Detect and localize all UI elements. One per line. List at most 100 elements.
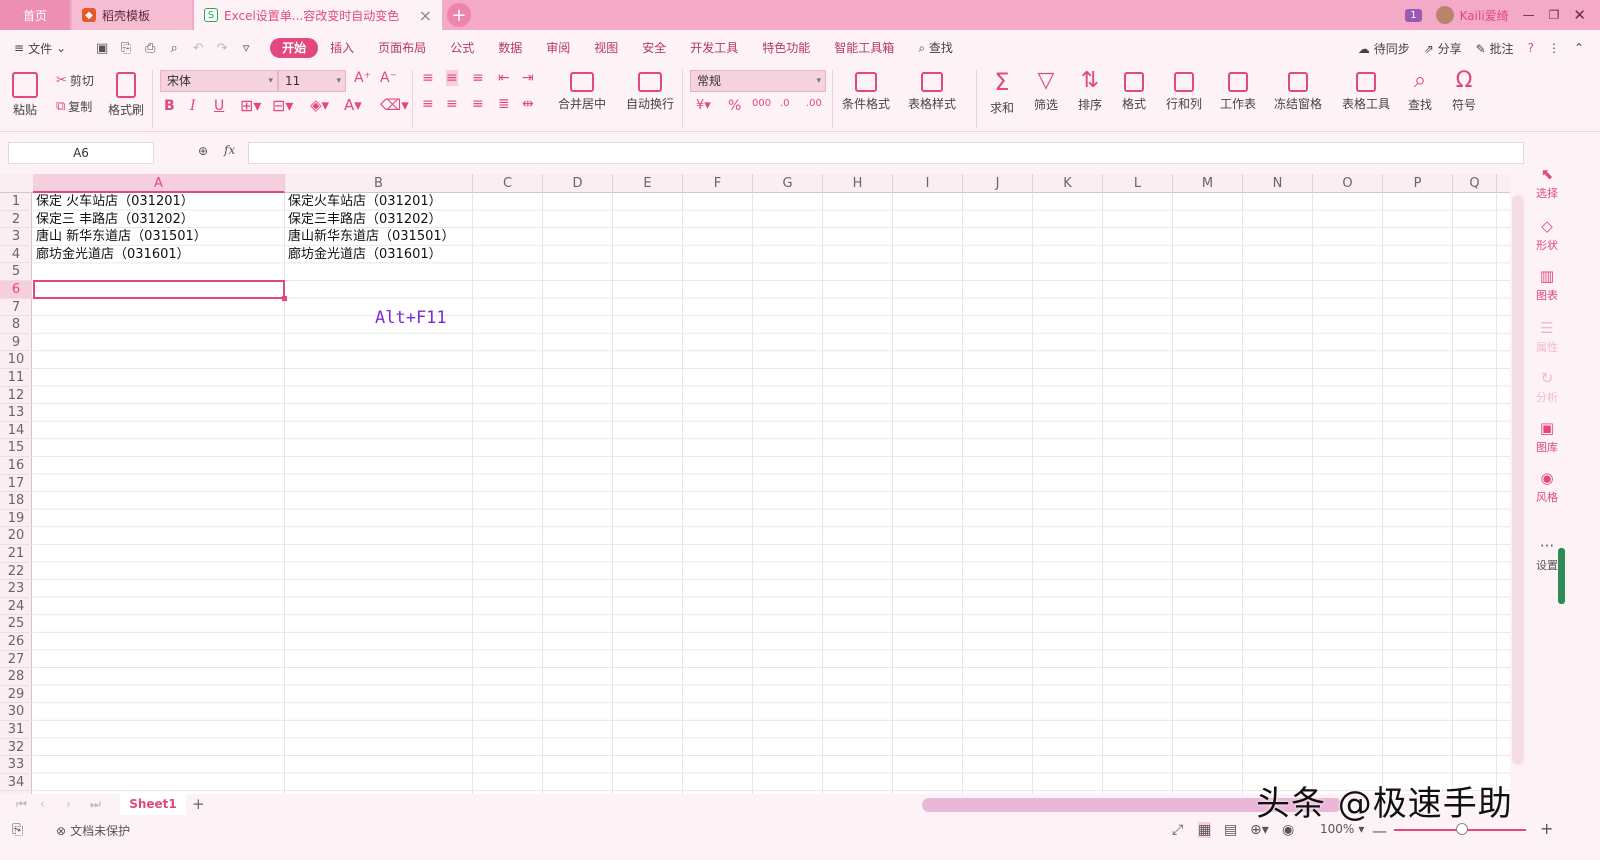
row-header[interactable]: 14 — [0, 422, 32, 440]
column-header[interactable]: M — [1173, 174, 1243, 193]
column-header[interactable]: P — [1383, 174, 1453, 193]
row-header[interactable]: 28 — [0, 668, 32, 686]
selected-cell-a6[interactable] — [33, 280, 287, 301]
side-style[interactable]: ◉ 风格 — [1526, 469, 1568, 505]
comment-button[interactable]: ✎ 批注 — [1476, 40, 1514, 57]
align-center-icon[interactable]: ≡ — [446, 96, 458, 112]
decrease-decimal-icon[interactable]: .00 — [806, 98, 822, 109]
share-button[interactable]: ⇗ 分享 — [1424, 40, 1462, 57]
column-header[interactable]: L — [1103, 174, 1173, 193]
help-icon[interactable]: ? — [1528, 41, 1534, 55]
underline-icon[interactable]: U — [214, 98, 224, 114]
copy-button[interactable]: ⧉ 复制 — [56, 98, 92, 115]
row-header[interactable]: 17 — [0, 475, 32, 493]
cell-a3[interactable]: 唐山 新华东道店（031501） — [36, 228, 207, 245]
vertical-scrollbar[interactable] — [1512, 195, 1524, 765]
side-chart[interactable]: ▥ 图表 — [1526, 267, 1568, 303]
thousands-icon[interactable]: 000 — [752, 98, 771, 109]
tab-template[interactable]: ◆ 稻壳模板 — [72, 0, 192, 30]
align-left-icon[interactable]: ≡ — [422, 96, 434, 112]
freeze-panes-button[interactable]: 冻结窗格 — [1274, 72, 1322, 112]
currency-icon[interactable]: ¥▾ — [696, 98, 711, 113]
normal-view-icon[interactable]: ▦ — [1198, 822, 1212, 838]
column-header[interactable]: A — [33, 174, 285, 193]
tab-formulas[interactable]: 公式 — [438, 38, 486, 58]
distributed-icon[interactable]: ⇹ — [522, 96, 534, 112]
row-header[interactable]: 19 — [0, 510, 32, 528]
fx-icon[interactable]: fx — [224, 143, 235, 157]
new-tab-button[interactable]: + — [444, 0, 474, 30]
column-header[interactable]: D — [543, 174, 613, 193]
tab-smart-toolbox[interactable]: 智能工具箱 — [822, 38, 906, 58]
tab-security[interactable]: 安全 — [630, 38, 678, 58]
cell-a2[interactable]: 保定三 丰路店（031202） — [36, 211, 194, 228]
column-header[interactable]: I — [893, 174, 963, 193]
indent-icon[interactable]: ⇥ — [522, 70, 534, 86]
conditional-format-button[interactable]: 条件格式 — [842, 72, 890, 112]
row-header[interactable]: 23 — [0, 580, 32, 598]
font-color-icon[interactable]: A▾ — [344, 96, 362, 114]
sort-button[interactable]: ⇅ 排序 — [1078, 68, 1102, 113]
close-icon[interactable]: × — [419, 6, 432, 25]
cell-a1[interactable]: 保定 火车站店（031201） — [36, 193, 194, 210]
tab-data[interactable]: 数据 — [486, 38, 534, 58]
row-header[interactable]: 15 — [0, 439, 32, 457]
decrease-font-icon[interactable]: A⁻ — [380, 70, 397, 86]
collapse-ribbon-icon[interactable]: ⌃ — [1574, 41, 1584, 55]
format-button[interactable]: 格式 — [1122, 72, 1146, 112]
justify-icon[interactable]: ≣ — [498, 96, 510, 112]
zoom-formula-icon[interactable]: ⊕ — [198, 144, 208, 158]
name-box[interactable]: A6 — [8, 142, 154, 164]
row-header[interactable]: 4 — [0, 246, 32, 264]
find-button[interactable]: ⌕ 查找 — [1408, 68, 1432, 113]
table-tools-button[interactable]: 表格工具 — [1342, 72, 1390, 112]
tab-home[interactable]: 首页 — [0, 0, 70, 30]
side-properties[interactable]: ☰ 属性 — [1526, 319, 1568, 355]
italic-icon[interactable]: I — [190, 98, 196, 114]
column-header[interactable]: K — [1033, 174, 1103, 193]
filter-button[interactable]: ▽ 筛选 — [1034, 68, 1058, 113]
column-header[interactable]: G — [753, 174, 823, 193]
column-header[interactable]: H — [823, 174, 893, 193]
fullscreen-icon[interactable]: ⤢ — [1172, 822, 1183, 838]
tab-view[interactable]: 视图 — [582, 38, 630, 58]
column-header[interactable]: Q — [1453, 174, 1497, 193]
align-middle-icon[interactable]: ≡ — [446, 70, 458, 86]
column-header[interactable]: J — [963, 174, 1033, 193]
minimize-icon[interactable]: — — [1523, 8, 1535, 22]
row-header[interactable]: 32 — [0, 739, 32, 757]
customize-icon[interactable]: ▿ — [234, 41, 258, 56]
fill-color-icon[interactable]: ◈▾ — [310, 96, 329, 114]
row-header[interactable]: 7 — [0, 299, 32, 317]
tab-insert[interactable]: 插入 — [318, 38, 366, 58]
sum-button[interactable]: Σ 求和 — [990, 68, 1014, 116]
percent-icon[interactable]: % — [728, 98, 741, 114]
align-top-icon[interactable]: ≡ — [422, 70, 434, 86]
save-icon[interactable]: ▣ — [90, 41, 114, 56]
row-header[interactable]: 24 — [0, 598, 32, 616]
tab-active-document[interactable]: S Excel设置单...容改变时自动变色 × — [194, 0, 442, 30]
row-header[interactable]: 29 — [0, 686, 32, 704]
row-header[interactable]: 18 — [0, 492, 32, 510]
row-header[interactable]: 8 — [0, 316, 32, 334]
cell-b3[interactable]: 唐山新华东道店（031501） — [288, 228, 455, 245]
share-file-icon[interactable]: ⎘ — [114, 41, 138, 56]
zoom-in-icon[interactable]: + — [1540, 819, 1553, 838]
print-icon[interactable]: ⎙ — [138, 41, 162, 56]
table-style-button[interactable]: 表格样式 — [908, 72, 956, 112]
row-header[interactable]: 33 — [0, 756, 32, 774]
file-menu[interactable]: ≡ 文件 ⌄ — [14, 40, 66, 57]
column-header[interactable]: N — [1243, 174, 1313, 193]
row-header[interactable]: 11 — [0, 369, 32, 387]
row-header[interactable]: 6 — [0, 281, 32, 299]
border-icon[interactable]: ⊞▾ — [240, 96, 261, 115]
first-sheet-icon[interactable]: ⏮ — [16, 797, 27, 812]
cell-style-icon[interactable]: ⊟▾ — [272, 96, 293, 115]
column-header[interactable]: E — [613, 174, 683, 193]
outdent-icon[interactable]: ⇤ — [498, 70, 510, 86]
next-sheet-icon[interactable]: › — [66, 797, 71, 811]
row-header[interactable]: 20 — [0, 527, 32, 545]
row-header[interactable]: 2 — [0, 211, 32, 229]
increase-decimal-icon[interactable]: .0 — [780, 98, 790, 109]
spreadsheet-grid[interactable]: ABCDEFGHIJKLMNOPQ 1 2 3 4 5 6 7 8 9 10 11 12 13 14 15 1… — [0, 174, 1510, 794]
